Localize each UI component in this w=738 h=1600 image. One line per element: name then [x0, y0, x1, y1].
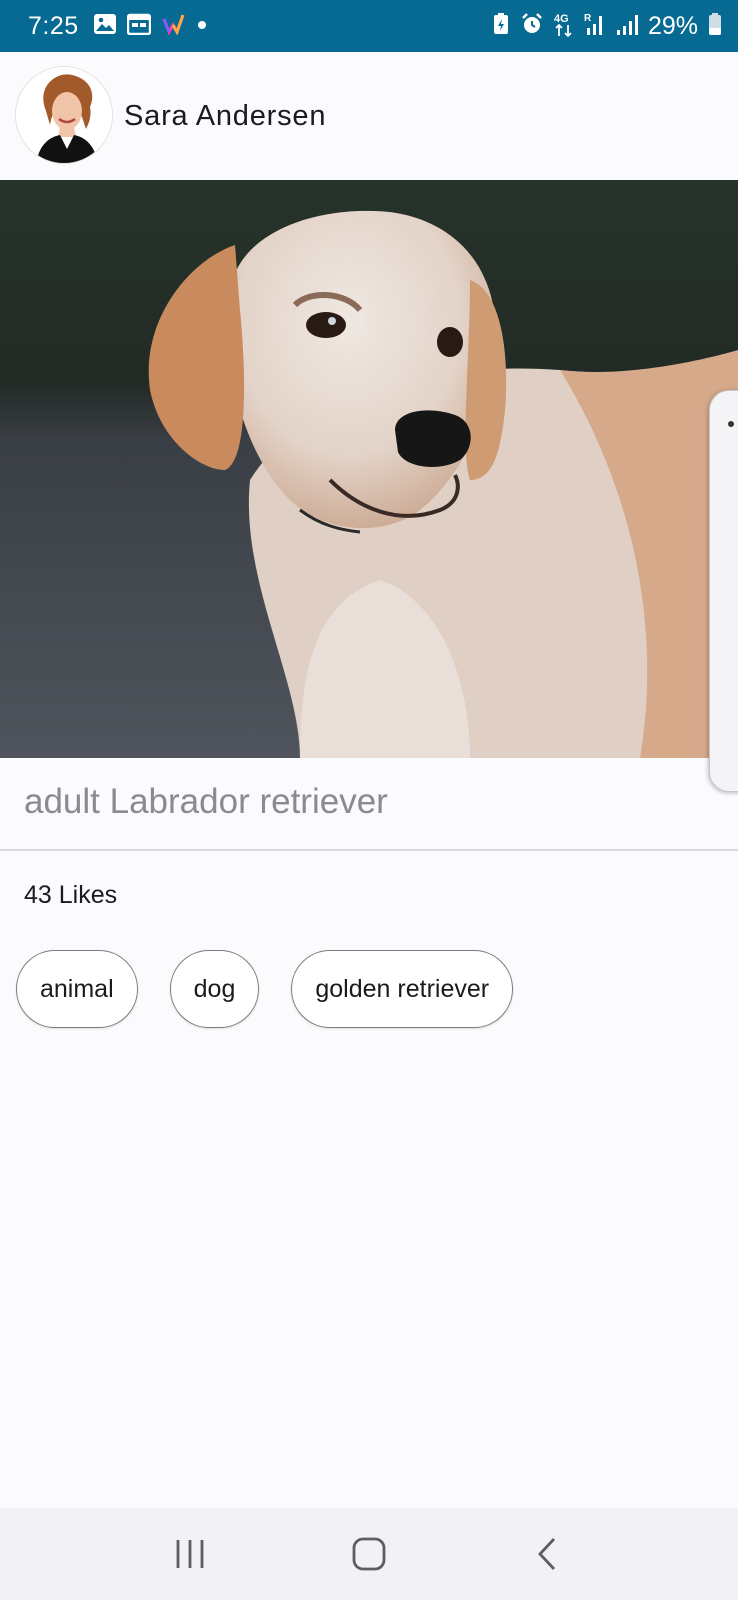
app-icon: [161, 13, 185, 40]
profile-name[interactable]: Sara Andersen: [124, 100, 326, 133]
avatar[interactable]: [15, 66, 113, 164]
alarm-icon: [520, 12, 544, 41]
calendar-icon: [126, 13, 151, 40]
battery-icon: [708, 12, 722, 41]
network-4g-icon: 4G: [554, 11, 574, 42]
tag-chip[interactable]: dog: [169, 950, 260, 1028]
dot-icon: [195, 13, 209, 40]
battery-percent: 29%: [647, 11, 698, 40]
tag-list: animal dog golden retriever: [16, 950, 514, 1028]
status-left-icons: [93, 13, 209, 40]
tag-chip[interactable]: animal: [16, 950, 138, 1028]
home-button[interactable]: [339, 1524, 399, 1584]
battery-saver-icon: [492, 12, 510, 41]
status-bar: 7:25 4G R 29%: [0, 0, 738, 52]
likes-count: 43 Likes: [24, 881, 118, 909]
dog-photo[interactable]: [0, 180, 738, 758]
edge-panel-dot-icon: [728, 421, 734, 427]
photo-caption: adult Labrador retriever: [24, 782, 388, 821]
svg-text:R: R: [584, 13, 592, 24]
status-right-icons: 4G R 29%: [492, 11, 722, 42]
home-icon: [352, 1537, 386, 1571]
svg-text:4G: 4G: [554, 13, 569, 25]
signal-roaming-icon: R: [584, 11, 606, 42]
gallery-icon: [93, 13, 117, 40]
edge-panel-handle[interactable]: [709, 390, 738, 792]
status-time: 7:25: [28, 11, 79, 40]
navigation-bar: [0, 1508, 738, 1600]
signal-icon: [616, 11, 638, 42]
back-button[interactable]: [518, 1524, 578, 1584]
tag-chip[interactable]: golden retriever: [291, 950, 514, 1028]
back-icon: [538, 1538, 556, 1570]
recents-icon: [176, 1540, 204, 1568]
recents-button[interactable]: [160, 1524, 220, 1584]
profile-header: Sara Andersen: [0, 52, 738, 180]
divider: [0, 849, 738, 851]
